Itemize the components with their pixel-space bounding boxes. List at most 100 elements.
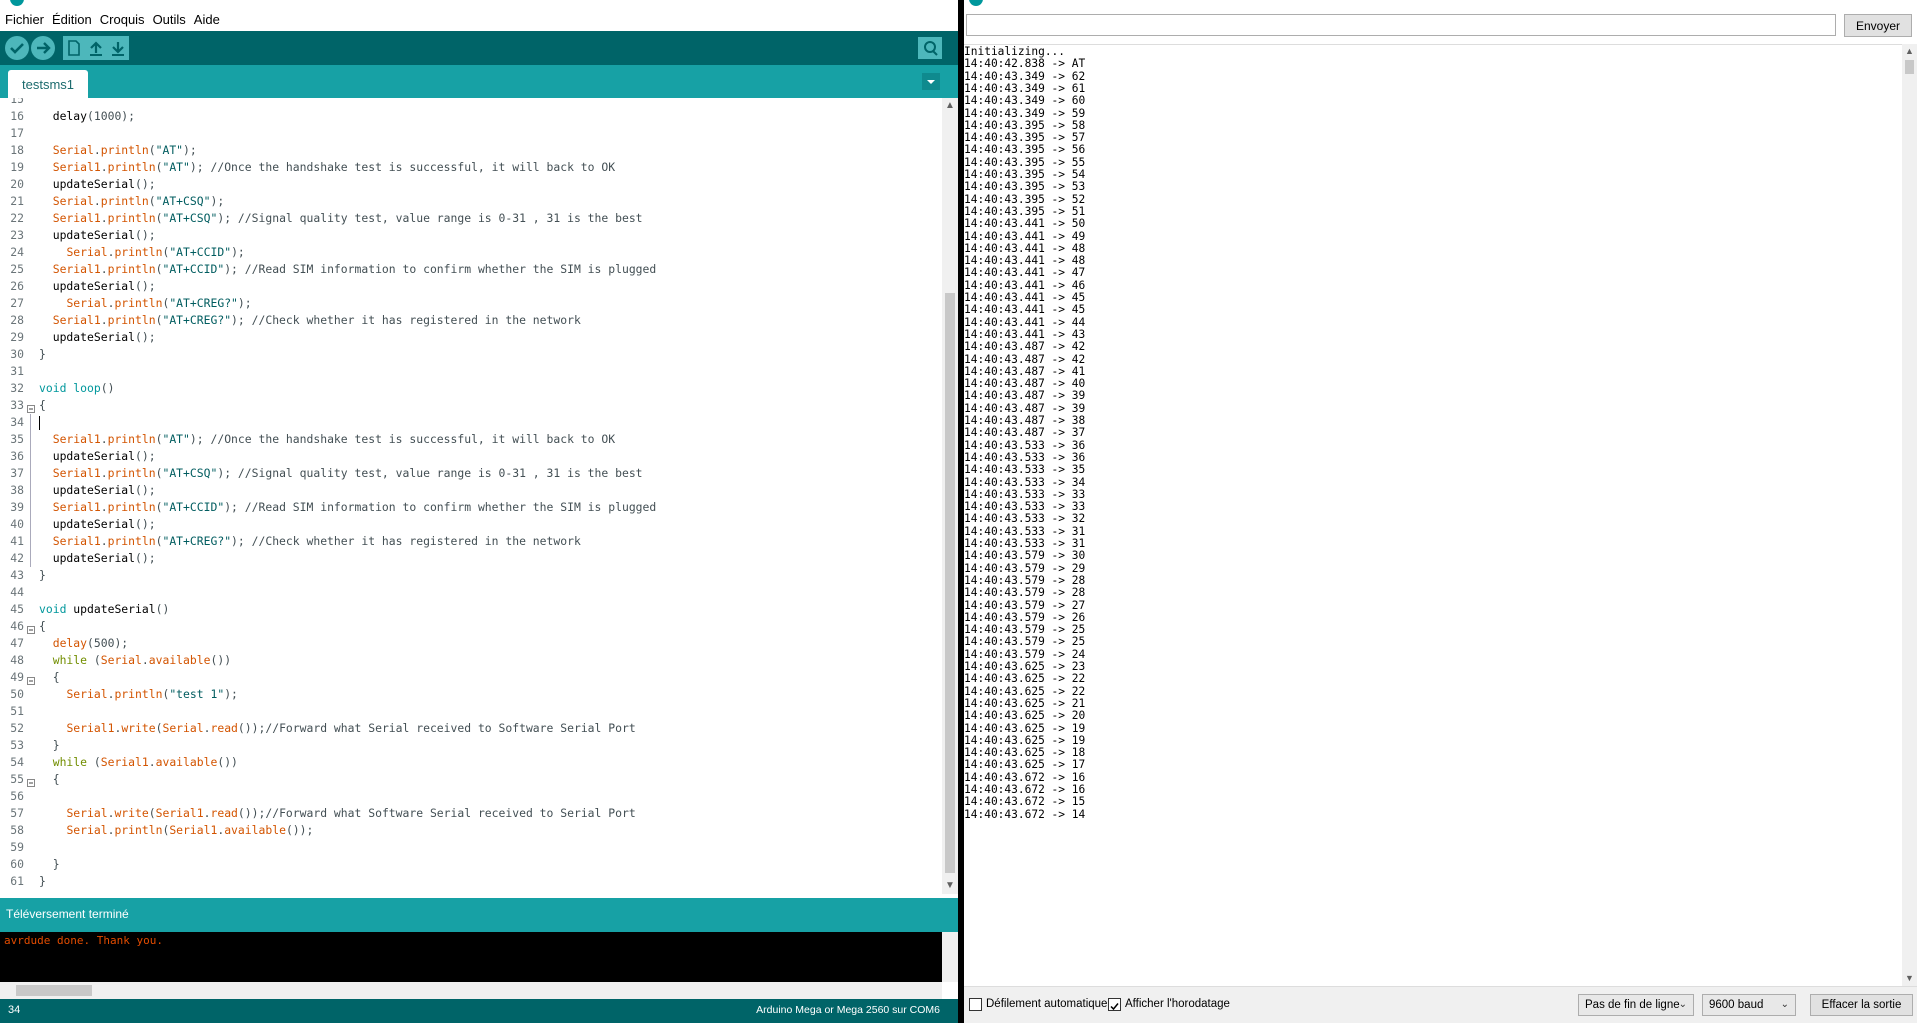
fold-icon[interactable] [27, 401, 35, 413]
menu-fichier[interactable]: Fichier [0, 8, 47, 31]
code-text: delay(1000); [39, 108, 135, 125]
code-token: ( [148, 194, 156, 208]
hscroll-thumb[interactable] [16, 985, 92, 996]
editor-horizontal-scrollbar[interactable] [0, 982, 942, 999]
code-line: 60 } [0, 856, 940, 873]
scroll-up-icon[interactable]: ▲ [942, 98, 958, 114]
code-token: . [100, 466, 108, 480]
menu-edition[interactable]: Édition [47, 8, 95, 31]
code-token: (); [135, 228, 156, 242]
code-line: 57 Serial.write(Serial1.read());//Forwar… [0, 805, 940, 822]
send-button[interactable]: Envoyer [1844, 14, 1912, 37]
code-line: 59 [0, 839, 940, 856]
code-line: 48 while (Serial.available()) [0, 652, 940, 669]
line-number: 35 [10, 432, 24, 446]
line-number: 23 [10, 228, 24, 242]
code-token: updateSerial [52, 228, 136, 242]
code-text: Serial.println(Serial1.available()); [39, 822, 313, 839]
code-token: . [100, 534, 108, 548]
save-sketch-button[interactable] [107, 36, 129, 60]
code-text: Serial.println("AT+CCID"); [39, 244, 244, 261]
line-number: 53 [10, 738, 24, 752]
code-token: println [114, 296, 163, 310]
fold-icon[interactable] [27, 622, 35, 634]
code-token: read [210, 721, 238, 735]
code-line: 28 Serial1.println("AT+CREG?"); //Check … [0, 312, 940, 329]
tab-testsms1[interactable]: testsms1 [8, 70, 89, 98]
new-sketch-button[interactable] [63, 36, 85, 60]
code-text: Serial.println("AT+CSQ"); [39, 193, 224, 210]
code-token: . [93, 143, 101, 157]
console-scrollbar[interactable] [942, 932, 958, 982]
line-number: 58 [10, 823, 24, 837]
code-text: while (Serial1.available()) [39, 754, 238, 771]
tab-menu-button[interactable] [922, 73, 940, 90]
line-ending-select[interactable]: Pas de fin de ligne ⌄ [1578, 994, 1694, 1016]
editor-vertical-scrollbar[interactable]: ▲ ▼ [942, 98, 958, 894]
code-token: Serial1 [169, 823, 218, 837]
serial-output-scrollbar[interactable]: ▲ ▼ [1902, 44, 1917, 986]
scroll-down-icon[interactable]: ▼ [942, 878, 958, 894]
clear-output-button[interactable]: Effacer la sortie [1810, 994, 1913, 1016]
scroll-down-icon[interactable]: ▼ [1902, 971, 1917, 986]
magnifier-icon [924, 41, 938, 56]
autoscroll-checkbox[interactable] [969, 998, 982, 1011]
code-token: ); [224, 687, 238, 701]
line-number: 20 [10, 177, 24, 191]
code-token: Serial1 [52, 211, 101, 225]
line-number: 43 [10, 568, 24, 582]
line-number: 49 [10, 670, 24, 684]
code-token: updateSerial [52, 177, 136, 191]
checkmark-icon [1110, 1003, 1119, 1011]
fold-icon[interactable] [27, 673, 35, 685]
code-text: Serial.println("AT"); [39, 142, 197, 159]
code-token: . [148, 755, 156, 769]
monitor-footer: Défilement automatique Afficher l'horoda… [964, 986, 1917, 1023]
timestamp-checkbox[interactable] [1108, 998, 1121, 1011]
send-input[interactable] [966, 14, 1836, 36]
line-number: 56 [10, 789, 24, 803]
code-token: println [107, 211, 156, 225]
scrollbar-thumb[interactable] [1905, 60, 1914, 74]
code-editor[interactable]: 15 16 delay(1000); 17 18 Serial.println("AT… [0, 98, 940, 894]
code-token: ); [217, 466, 238, 480]
scrollbar-thumb[interactable] [945, 293, 955, 873]
code-line: 33 { [0, 397, 940, 414]
verify-button[interactable] [5, 36, 29, 60]
line-number: 36 [10, 449, 24, 463]
fold-icon[interactable] [27, 775, 35, 787]
menu-outils[interactable]: Outils [148, 8, 189, 31]
serial-monitor-button[interactable] [918, 37, 942, 59]
menu-croquis[interactable]: Croquis [95, 8, 148, 31]
code-token: ); [183, 143, 197, 157]
baud-rate-select[interactable]: 9600 baud ⌄ [1702, 994, 1796, 1016]
upload-button[interactable] [31, 36, 55, 60]
checkmark-icon [10, 43, 24, 54]
code-text: Serial1.println("AT+CREG?"); //Check whe… [39, 312, 581, 329]
code-text: Serial1.println("AT+CCID"); //Read SIM i… [39, 499, 657, 516]
code-token: (); [135, 330, 156, 344]
code-token: (); [135, 551, 156, 565]
scroll-up-icon[interactable]: ▲ [1902, 44, 1917, 59]
open-sketch-button[interactable] [85, 36, 107, 60]
code-token: println [107, 160, 156, 174]
code-token: println [114, 823, 163, 837]
code-line: 58 Serial.println(Serial1.available()); [0, 822, 940, 839]
arrow-down-icon [112, 42, 124, 56]
code-text: Serial1.write(Serial.read());//Forward w… [39, 720, 635, 737]
code-token: { [39, 772, 60, 786]
ide-footer: 34 Arduino Mega or Mega 2560 sur COM6 [0, 999, 958, 1023]
code-token: "AT+CCID" [162, 500, 225, 514]
code-token: Serial [52, 143, 94, 157]
code-line: 44 [0, 584, 940, 601]
code-line: 32 void loop() [0, 380, 940, 397]
menu-aide[interactable]: Aide [189, 8, 223, 31]
code-token: ); [231, 534, 252, 548]
